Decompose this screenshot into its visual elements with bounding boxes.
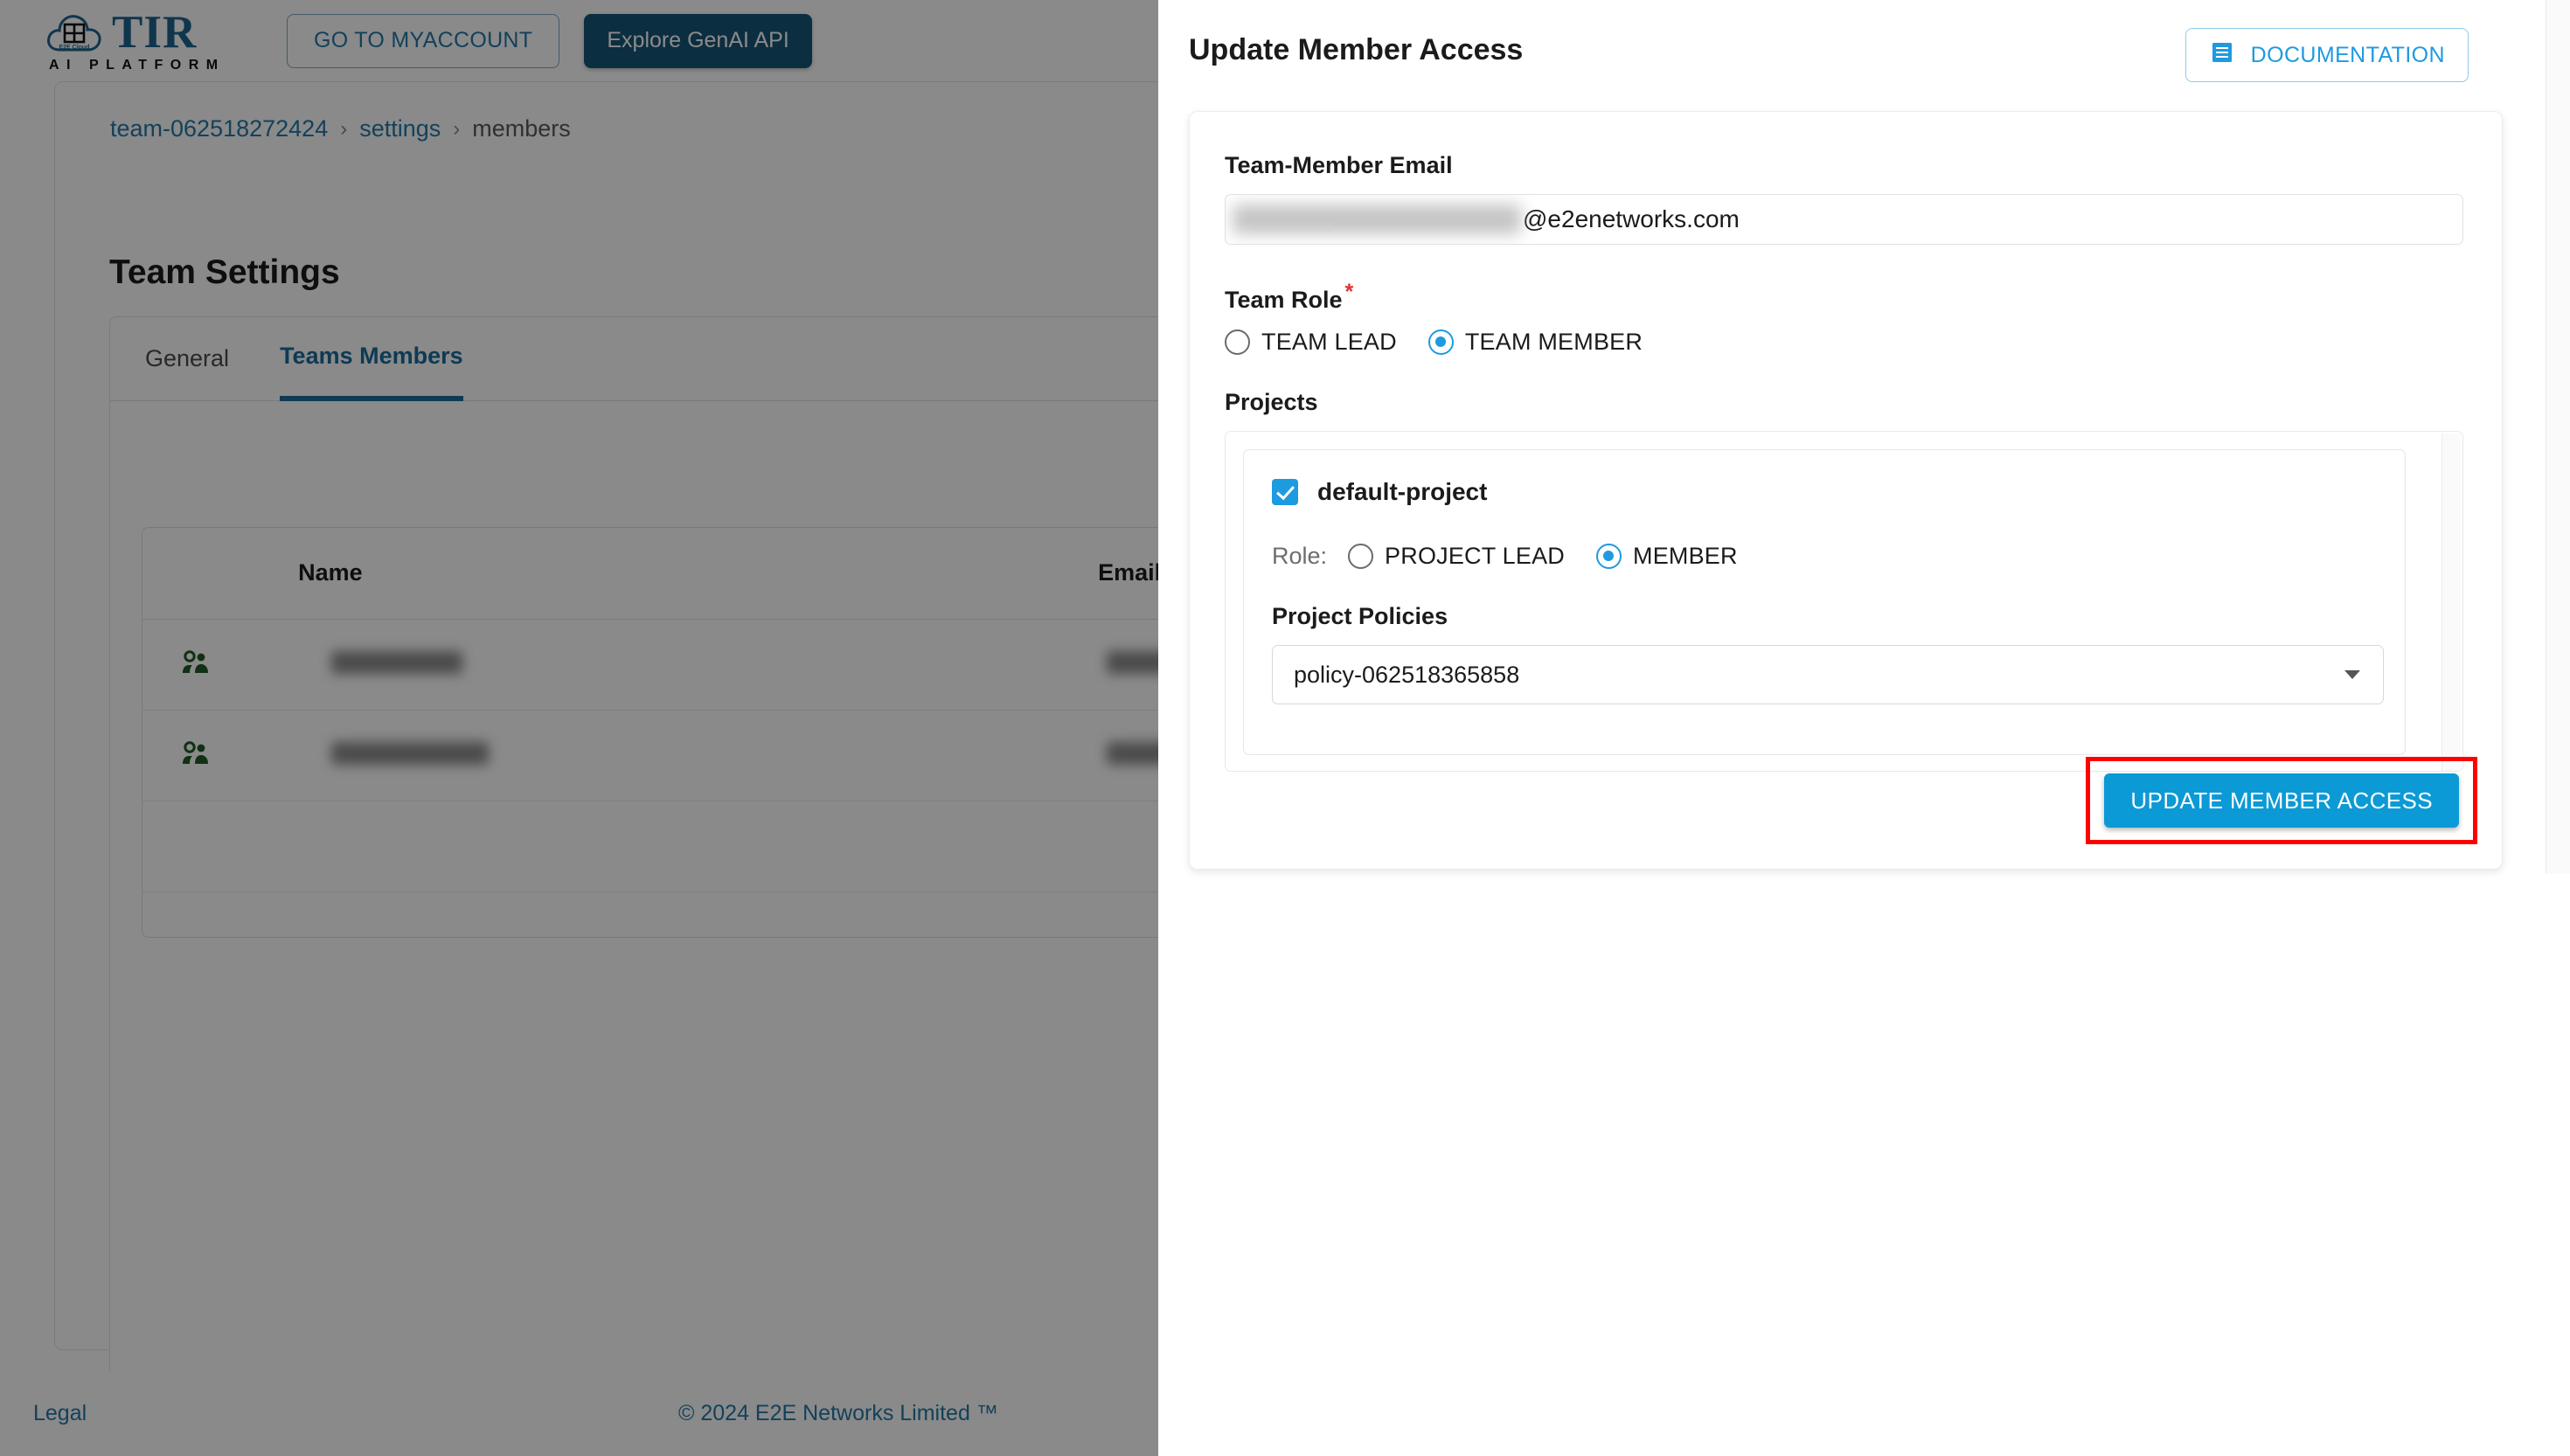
member-access-form: Team-Member Email @e2enetworks.com Team … <box>1189 111 2503 870</box>
project-name: default-project <box>1317 478 1488 505</box>
update-member-access-button[interactable]: UPDATE MEMBER ACCESS <box>2104 773 2459 828</box>
documentation-button-label: DOCUMENTATION <box>2250 42 2445 67</box>
radio-team-lead[interactable]: TEAM LEAD <box>1225 329 1397 356</box>
radio-circle-icon[interactable] <box>1225 329 1250 355</box>
radio-project-member-label: MEMBER <box>1633 543 1738 569</box>
project-item-default-project: default-project Role: PROJECT LEAD MEMBE… <box>1243 449 2406 755</box>
drawer-header: Update Member Access DOCUMENTATION <box>1158 0 2570 109</box>
projects-list-container: default-project Role: PROJECT LEAD MEMBE… <box>1225 431 2463 772</box>
radio-circle-selected-icon[interactable] <box>1427 329 1454 355</box>
document-lines-icon <box>2209 39 2235 72</box>
project-role-label: Role: <box>1272 543 1328 569</box>
project-role-radio-group: Role: PROJECT LEAD MEMBER <box>1272 543 2377 570</box>
radio-team-lead-label: TEAM LEAD <box>1261 329 1397 355</box>
project-policies-selected-value: policy-062518365858 <box>1294 661 1520 688</box>
projects-section-label: Projects <box>1225 389 1318 415</box>
radio-team-member[interactable]: TEAM MEMBER <box>1427 329 1643 356</box>
email-field[interactable]: @e2enetworks.com <box>1225 194 2463 245</box>
email-local-part-redacted <box>1233 205 1521 234</box>
email-field-label: Team-Member Email <box>1225 152 1453 178</box>
email-domain: @e2enetworks.com <box>1523 205 1740 232</box>
project-policies-label: Project Policies <box>1272 603 1448 629</box>
project-policies-select[interactable]: policy-062518365858 <box>1272 645 2384 704</box>
team-role-label-text: Team Role <box>1225 287 1343 313</box>
team-role-label: Team Role * <box>1225 280 2467 314</box>
radio-project-lead-label: PROJECT LEAD <box>1385 543 1565 569</box>
project-checkbox-row[interactable]: default-project <box>1272 478 2377 506</box>
documentation-button[interactable]: DOCUMENTATION <box>2184 28 2469 82</box>
radio-project-member[interactable]: MEMBER <box>1596 543 1738 570</box>
project-checkbox-checked-icon[interactable] <box>1272 479 1298 505</box>
drawer-title: Update Member Access <box>1189 33 1524 66</box>
radio-team-member-label: TEAM MEMBER <box>1464 329 1643 355</box>
update-member-access-drawer: Update Member Access DOCUMENTATION Team-… <box>1158 0 2570 1456</box>
modal-dim-overlay[interactable] <box>0 0 1158 1456</box>
submit-highlight-box: UPDATE MEMBER ACCESS <box>2086 757 2477 844</box>
radio-circle-icon[interactable] <box>1348 544 1374 569</box>
projects-scrollbar[interactable] <box>2442 433 2461 771</box>
radio-circle-selected-icon[interactable] <box>1596 544 1622 569</box>
radio-project-lead[interactable]: PROJECT LEAD <box>1348 543 1565 570</box>
page-scrollbar[interactable] <box>2546 0 2570 874</box>
chevron-down-icon <box>2344 670 2360 679</box>
required-marker: * <box>1344 280 1354 304</box>
team-role-radio-group: TEAM LEAD TEAM MEMBER <box>1225 329 2467 356</box>
